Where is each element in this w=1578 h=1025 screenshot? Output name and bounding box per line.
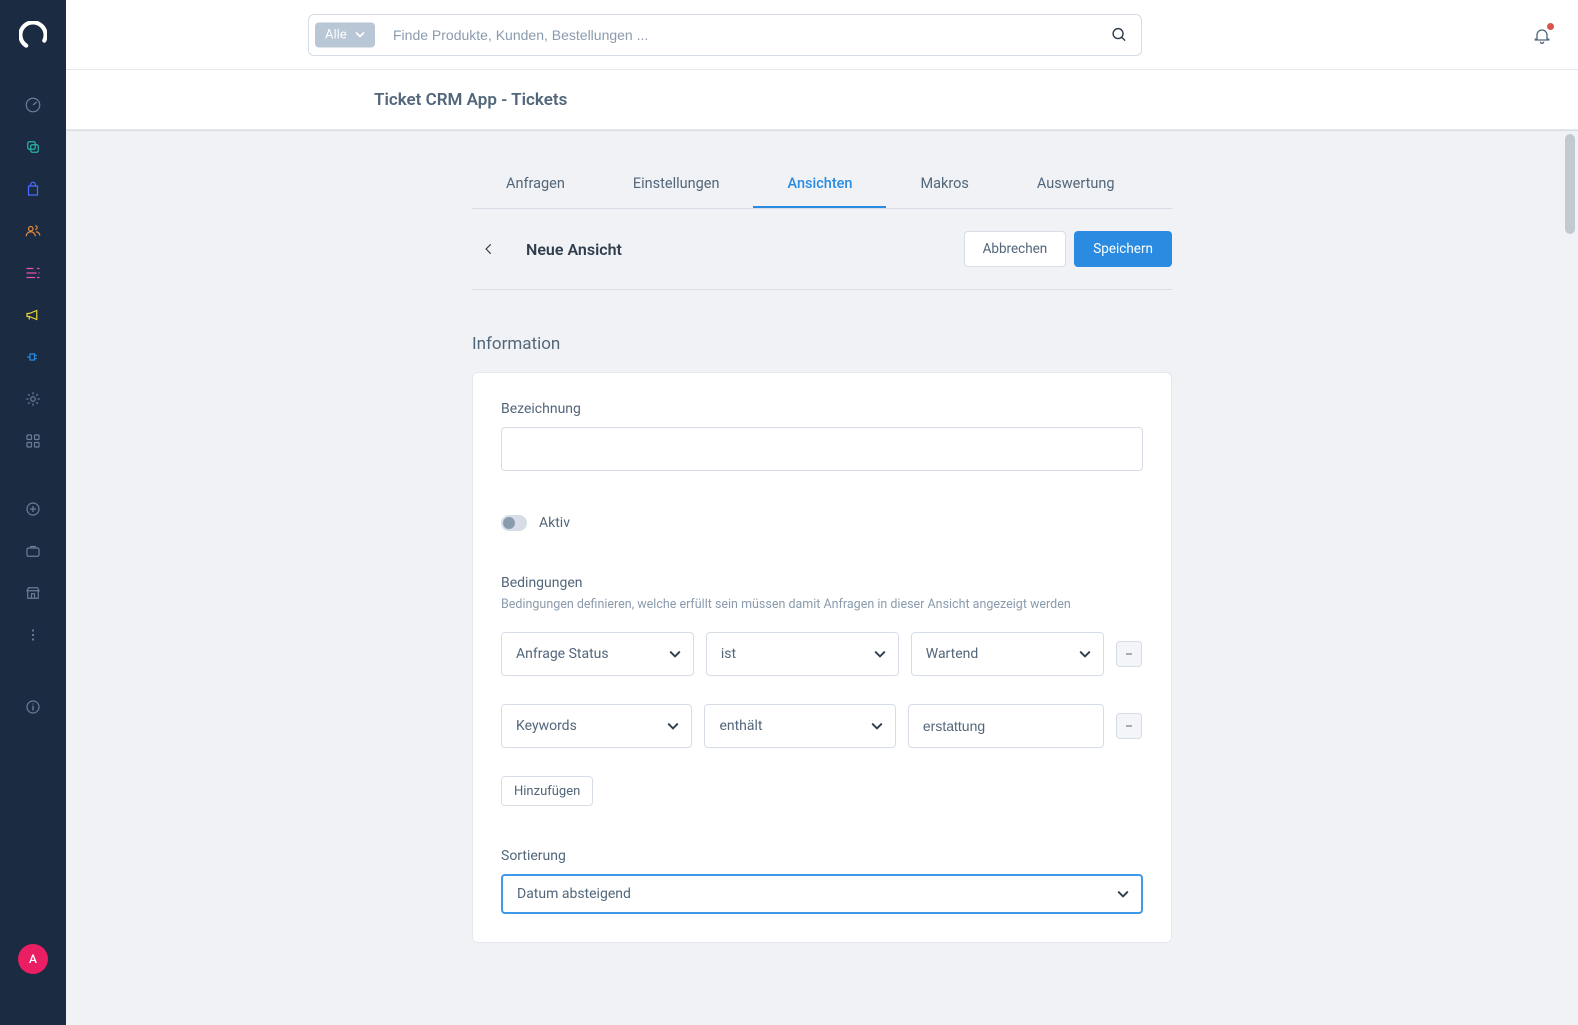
condition-value-input[interactable] [908,704,1104,748]
grid-icon [24,432,42,450]
copy-icon [24,138,42,156]
list-icon [24,264,42,282]
chevron-down-icon [1117,888,1129,900]
search-icon[interactable] [1111,26,1128,43]
add-condition-button[interactable]: Hinzufügen [501,776,593,806]
nav-catalog[interactable] [0,126,66,168]
plus-circle-icon [24,500,42,518]
more-vertical-icon [24,626,42,644]
section-title: Information [472,334,1172,354]
nav-orders[interactable] [0,168,66,210]
app-logo-icon [19,21,47,49]
sort-select[interactable]: Datum absteigend [501,874,1143,914]
gear-icon [24,390,42,408]
tab-einstellungen[interactable]: Einstellungen [599,163,754,208]
nav-help[interactable] [0,686,66,728]
save-button[interactable]: Speichern [1074,231,1172,267]
nav-customers[interactable] [0,210,66,252]
nav-extensions[interactable] [0,336,66,378]
condition-row: Anfrage Status ist Wartend [501,632,1143,676]
conditions-desc: Bedingungen definieren, welche erfüllt s… [501,597,1143,612]
tab-ansichten[interactable]: Ansichten [753,163,886,208]
bag-icon [24,180,42,198]
topbar: Alle [66,0,1578,70]
toggle-label: Aktiv [539,515,570,531]
notifications-button[interactable] [1532,25,1552,45]
chevron-left-icon [482,242,496,256]
condition-row: Keywords enthält [501,704,1143,748]
search-scope-dropdown[interactable]: Alle [315,22,375,47]
minus-icon [1123,720,1135,732]
nav-content[interactable] [0,252,66,294]
chevron-down-icon [1079,648,1091,660]
name-input[interactable] [501,427,1143,471]
back-button[interactable] [476,236,502,262]
condition-value-select[interactable]: Wartend [911,632,1104,676]
chevron-down-icon [871,720,883,732]
remove-condition-button[interactable] [1116,632,1143,676]
nav-dashboard[interactable] [0,84,66,126]
search-scope-label: Alle [325,27,347,42]
label-name: Bezeichnung [501,401,1143,417]
nav-marketing[interactable] [0,294,66,336]
sort-label: Sortierung [501,848,1143,864]
avatar[interactable]: A [18,944,48,974]
plug-icon [24,348,42,366]
nav-settings[interactable] [0,378,66,420]
condition-field-select[interactable]: Keywords [501,704,692,748]
notification-dot [1547,23,1554,30]
info-circle-icon [24,698,42,716]
avatar-letter: A [29,952,37,966]
nav-more[interactable] [0,614,66,656]
store-icon [24,584,42,602]
tabs: Anfragen Einstellungen Ansichten Makros … [472,163,1172,209]
nav-store[interactable] [0,572,66,614]
gauge-icon [24,96,42,114]
sidebar: A [0,0,66,1025]
chevron-down-icon [355,30,365,40]
page-title: Ticket CRM App - Tickets [374,90,567,110]
chevron-down-icon [667,720,679,732]
minus-icon [1123,648,1135,660]
page-title-bar: Ticket CRM App - Tickets [66,70,1578,130]
tab-makros[interactable]: Makros [886,163,1002,208]
nav-add[interactable] [0,488,66,530]
chevron-down-icon [669,648,681,660]
logo[interactable] [0,0,66,70]
scrollbar-thumb[interactable] [1565,134,1575,234]
tab-auswertung[interactable]: Auswertung [1003,163,1149,208]
nav-briefcase[interactable] [0,530,66,572]
active-toggle[interactable] [501,515,527,531]
briefcase-icon [24,542,42,560]
remove-condition-button[interactable] [1116,704,1143,748]
tab-anfragen[interactable]: Anfragen [472,163,599,208]
action-title: Neue Ansicht [526,240,622,259]
search-input[interactable] [308,14,1142,56]
nav-apps[interactable] [0,420,66,462]
cancel-button[interactable]: Abbrechen [964,231,1067,267]
condition-operator-select[interactable]: ist [706,632,899,676]
megaphone-icon [24,306,42,324]
condition-field-select[interactable]: Anfrage Status [501,632,694,676]
conditions-label: Bedingungen [501,575,1143,591]
condition-operator-select[interactable]: enthält [704,704,895,748]
form-card: Bezeichnung Aktiv Bedingungen Bedingunge… [472,372,1172,943]
users-icon [24,222,42,240]
chevron-down-icon [874,648,886,660]
